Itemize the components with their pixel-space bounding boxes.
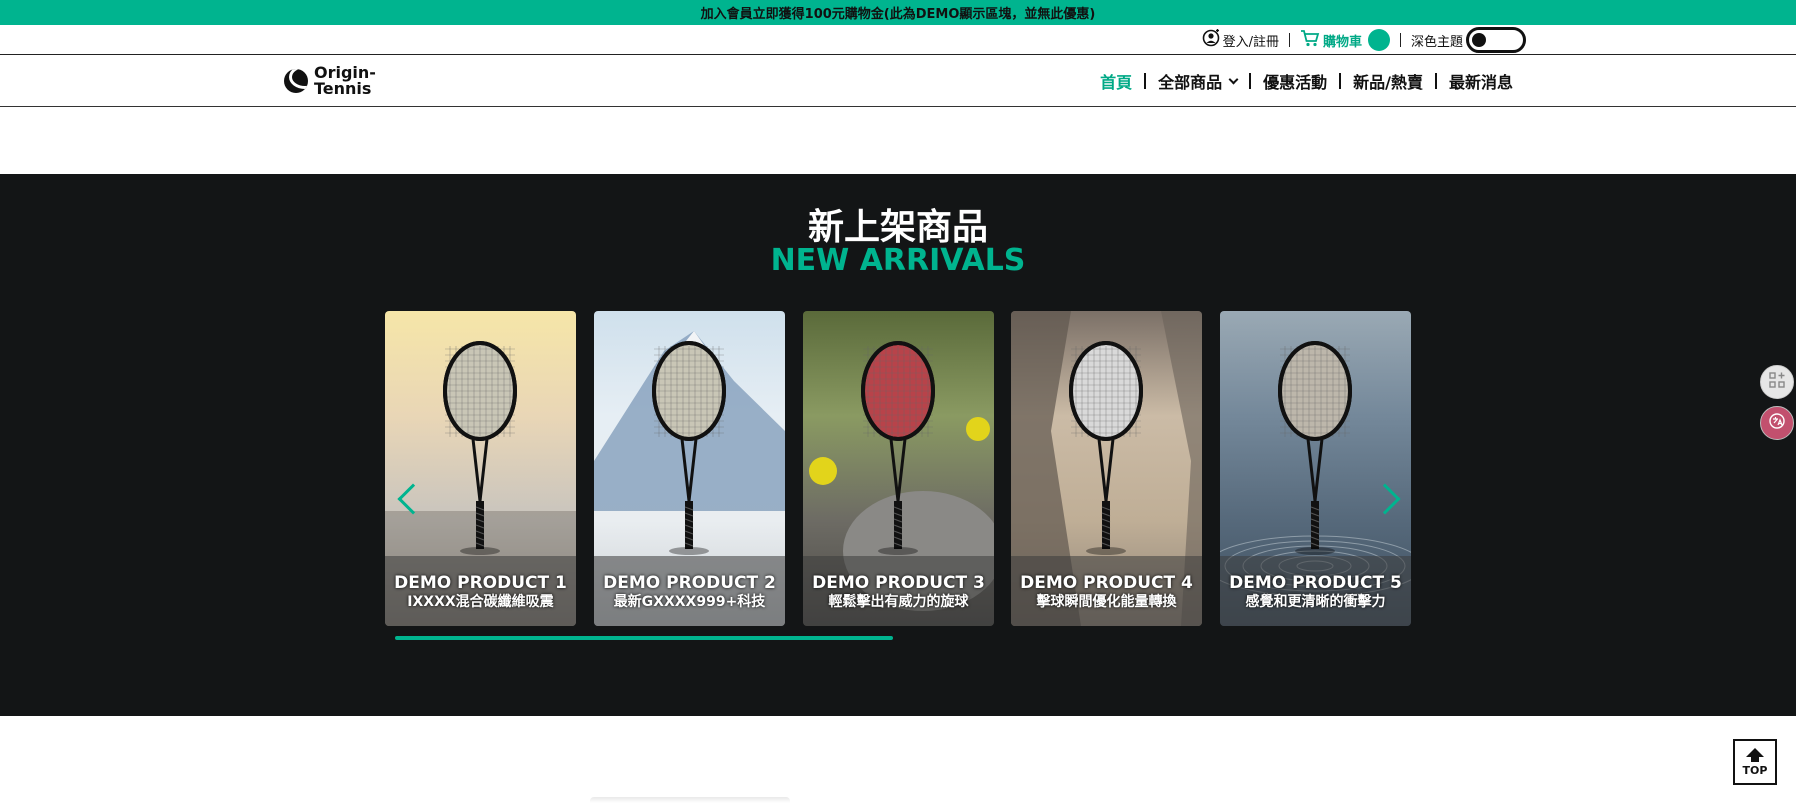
product-caption: DEMO PRODUCT 2 最新GXXXX999+科技 xyxy=(594,556,785,626)
nav-links: 首頁 全部商品 優惠活動 新品/熱賣 最新消息 xyxy=(1100,69,1513,93)
promo-text: 加入會員立即獲得100元購物金(此為DEMO顯示區塊，並無此優惠) xyxy=(700,7,1096,22)
new-arrivals-section: 新上架商品 NEW ARRIVALS DEMO PRODUCT 1 IXXXX混… xyxy=(0,174,1796,716)
cart-count-badge xyxy=(1367,29,1390,51)
site-logo[interactable]: Origin- Tennis xyxy=(284,65,376,97)
logo-line-2: Tennis xyxy=(314,79,372,98)
dark-theme-label: 深色主題 xyxy=(1410,34,1463,50)
carousel-progress-bar xyxy=(395,636,893,640)
dark-theme-toggle[interactable] xyxy=(1466,27,1526,53)
product-name: DEMO PRODUCT 5 xyxy=(1229,572,1402,593)
chevron-down-icon xyxy=(1228,74,1239,84)
next-section-peek xyxy=(590,797,790,803)
login-register-link[interactable]: 登入/註冊 xyxy=(1202,29,1279,51)
section-title: 新上架商品 xyxy=(807,207,988,248)
nav-all-products[interactable]: 全部商品 xyxy=(1158,69,1239,93)
cart-icon xyxy=(1300,29,1320,51)
toggle-knob xyxy=(1472,33,1486,47)
utility-links: 登入/註冊 購物車 深色主題 xyxy=(1202,27,1526,53)
product-name: DEMO PRODUCT 1 xyxy=(394,572,567,593)
nav-home[interactable]: 首頁 xyxy=(1100,69,1132,93)
product-caption: DEMO PRODUCT 1 IXXXX混合碳纖維吸震 xyxy=(385,556,576,626)
login-register-label: 登入/註冊 xyxy=(1222,34,1279,50)
product-card[interactable]: DEMO PRODUCT 1 IXXXX混合碳纖維吸震 xyxy=(385,311,576,626)
nav-divider xyxy=(1339,73,1342,89)
arrow-up-icon xyxy=(1746,747,1764,757)
back-to-top-label: TOP xyxy=(1742,763,1768,777)
product-caption: DEMO PRODUCT 5 感覺和更清晰的衝擊力 xyxy=(1220,556,1411,626)
nav-promotions[interactable]: 優惠活動 xyxy=(1263,69,1327,93)
user-icon xyxy=(1202,29,1220,51)
divider xyxy=(1288,33,1290,47)
promo-banner: 加入會員立即獲得100元購物金(此為DEMO顯示區塊，並無此優惠) xyxy=(0,0,1796,25)
nav-divider xyxy=(1249,73,1252,89)
cart-link[interactable]: 購物車 xyxy=(1300,29,1390,51)
nav-news[interactable]: 最新消息 xyxy=(1449,69,1513,93)
product-tagline: 輕鬆擊出有威力的旋球 xyxy=(828,593,969,610)
nav-divider xyxy=(1144,73,1147,89)
nav-new-hot[interactable]: 新品/熱賣 xyxy=(1353,69,1423,93)
product-card[interactable]: DEMO PRODUCT 2 最新GXXXX999+科技 xyxy=(594,311,785,626)
utility-bar: 登入/註冊 購物車 深色主題 xyxy=(0,25,1796,55)
product-card[interactable]: DEMO PRODUCT 5 感覺和更清晰的衝擊力 xyxy=(1220,311,1411,626)
product-caption: DEMO PRODUCT 3 輕鬆擊出有威力的旋球 xyxy=(803,556,994,626)
nav-divider xyxy=(1434,73,1437,89)
product-name: DEMO PRODUCT 2 xyxy=(603,572,776,593)
product-tagline: 感覺和更清晰的衝擊力 xyxy=(1245,593,1386,610)
back-to-top-button[interactable]: TOP xyxy=(1733,739,1777,785)
divider xyxy=(1399,33,1401,47)
product-tagline: IXXXX混合碳纖維吸震 xyxy=(407,593,554,610)
tennis-ball-logo-icon xyxy=(284,69,308,93)
section-subtitle: NEW ARRIVALS xyxy=(770,243,1026,278)
product-name: DEMO PRODUCT 4 xyxy=(1020,572,1193,593)
cart-label: 購物車 xyxy=(1322,34,1362,50)
apps-grid-button[interactable] xyxy=(1760,365,1794,399)
apps-grid-icon xyxy=(1769,372,1785,392)
translate-icon xyxy=(1768,412,1786,434)
translate-button[interactable] xyxy=(1760,406,1794,440)
product-card[interactable]: DEMO PRODUCT 4 擊球瞬間優化能量轉換 xyxy=(1011,311,1202,626)
product-name: DEMO PRODUCT 3 xyxy=(812,572,985,593)
product-caption: DEMO PRODUCT 4 擊球瞬間優化能量轉換 xyxy=(1011,556,1202,626)
logo-wordmark: Origin- Tennis xyxy=(314,65,376,97)
nav-all-products-label: 全部商品 xyxy=(1158,73,1223,92)
product-carousel[interactable]: DEMO PRODUCT 1 IXXXX混合碳纖維吸震 DEMO PRODUCT… xyxy=(385,311,1411,627)
product-tagline: 最新GXXXX999+科技 xyxy=(613,593,766,610)
arrow-up-icon-stem xyxy=(1751,756,1759,762)
main-navigation: Origin- Tennis 首頁 全部商品 優惠活動 新品/熱賣 最新消息 xyxy=(0,55,1796,107)
product-card[interactable]: DEMO PRODUCT 3 輕鬆擊出有威力的旋球 xyxy=(803,311,994,626)
product-tagline: 擊球瞬間優化能量轉換 xyxy=(1036,593,1177,610)
